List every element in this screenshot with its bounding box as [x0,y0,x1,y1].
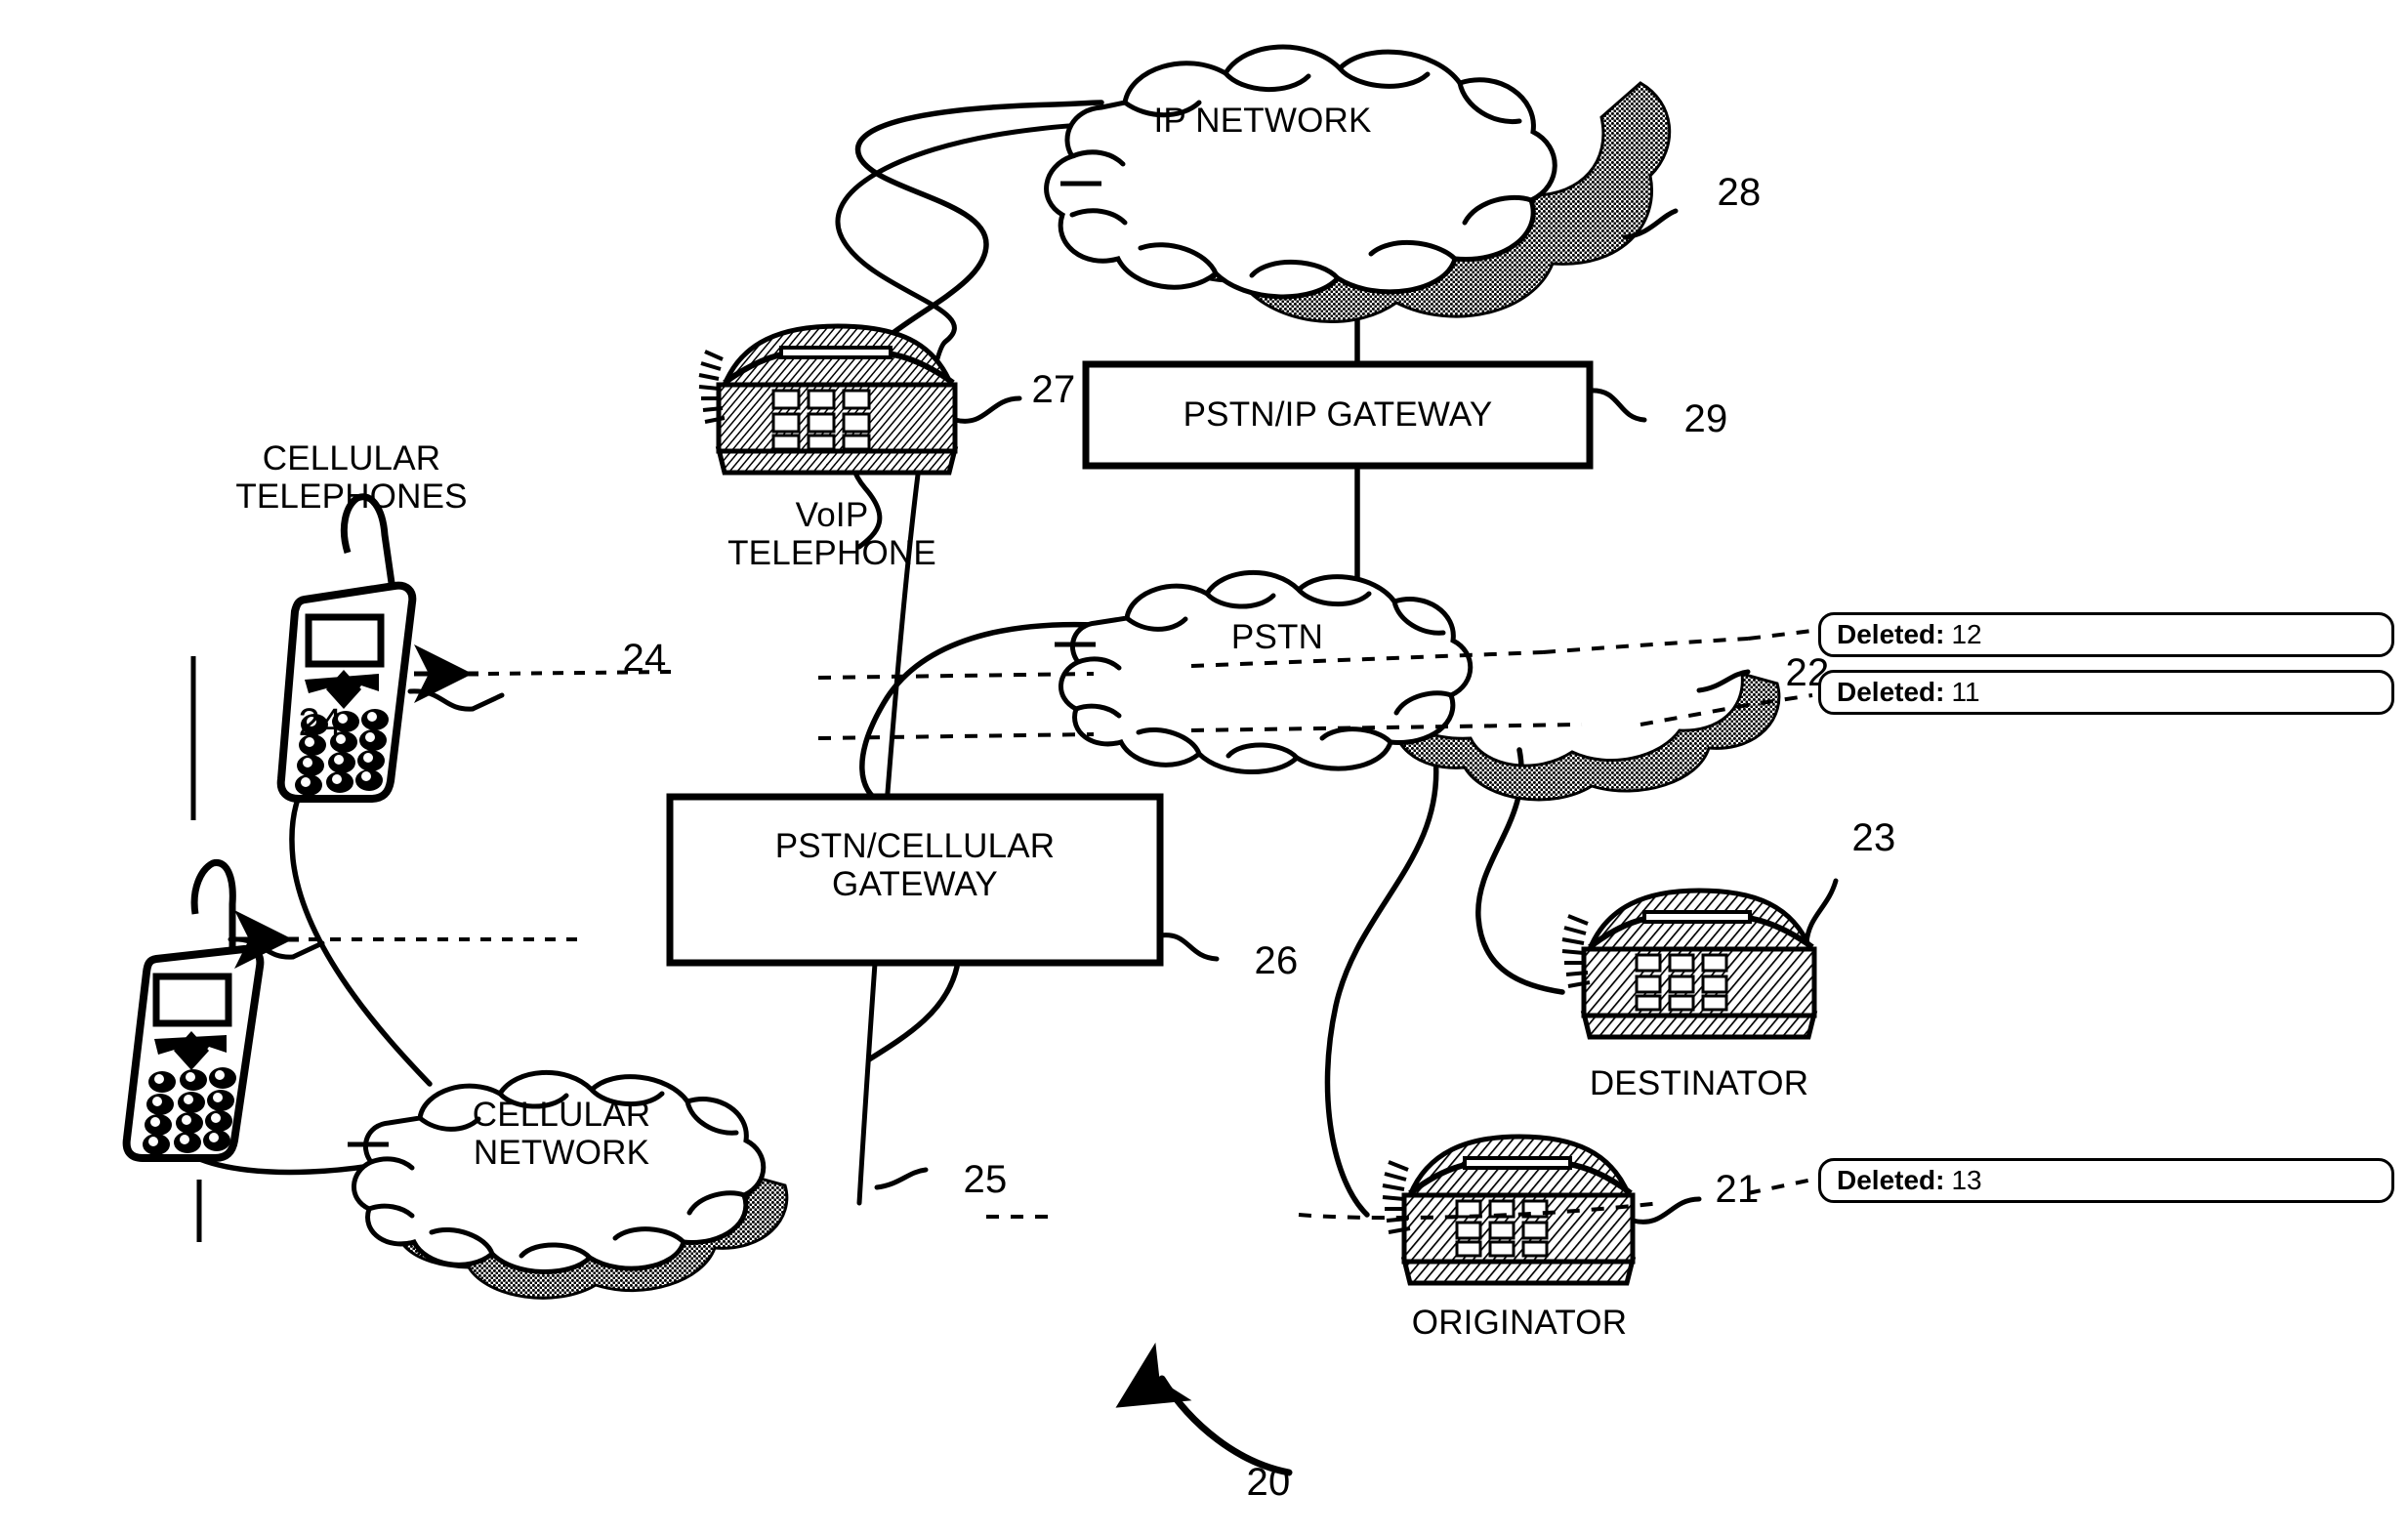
deleted-comment-box-2[interactable]: Deleted: 11 [1818,670,2394,715]
ref-21: 21 [1715,1168,1760,1211]
deleted-comment-box-3[interactable]: Deleted: 13 [1818,1158,2394,1203]
wire-cellgateway-cellnet [866,964,960,1062]
patent-figure-canvas: IP NETWORK 28 PSTN/IP GATEWAY 29 PSTN 22… [0,0,2408,1535]
ref-26: 26 [1254,939,1299,982]
cloud-ip-network [1044,44,1679,323]
telephone-originator [1382,1134,1702,1286]
pstn-ip-gateway-label: PSTN/IP GATEWAY [1183,395,1493,434]
deleted-value-3: 13 [1951,1165,1982,1195]
telephone-voip [698,323,1022,476]
figure-drawing [122,44,1839,1476]
destinator-caption: DESTINATOR [1589,1064,1809,1102]
ref-28: 28 [1717,171,1762,214]
ref-29: 29 [1683,397,1728,440]
deleted-label-2: Deleted: [1837,677,1945,707]
voip-telephone-caption: VoIP TELEPHONE [727,496,936,573]
deleted-label-3: Deleted: [1837,1165,1945,1195]
cloud-pstn [1055,569,1781,802]
deleted-label-1: Deleted: [1837,619,1945,649]
ref-23: 23 [1851,816,1896,859]
ip-network-label: IP NETWORK [1153,102,1372,140]
telephone-destinator [1561,878,1839,1040]
connection-lines [835,122,1104,1206]
ref-25: 25 [963,1158,1008,1201]
figure-number-20: 20 [1246,1461,1291,1504]
pstn-cellular-gateway-label: PSTN/CELLULAR GATEWAY [774,827,1056,904]
pstn-label: PSTN [1230,618,1324,656]
deleted-value-2: 11 [1951,677,1980,707]
ref-24-left: 24 [298,701,343,744]
wire-pstn-originator [1324,754,1439,1218]
deleted-value-1: 12 [1951,619,1982,649]
ref-27: 27 [1031,368,1076,411]
cellular-network-label: CELLULAR NETWORK [472,1096,651,1173]
cellular-telephones-caption: CELLULAR TELEPHONES [235,439,468,517]
originator-caption: ORIGINATOR [1411,1304,1628,1342]
deleted-comment-box-1[interactable]: Deleted: 12 [1818,612,2394,657]
figure-arrow-20 [1115,1342,1293,1476]
ref-24-right: 24 [622,637,667,680]
